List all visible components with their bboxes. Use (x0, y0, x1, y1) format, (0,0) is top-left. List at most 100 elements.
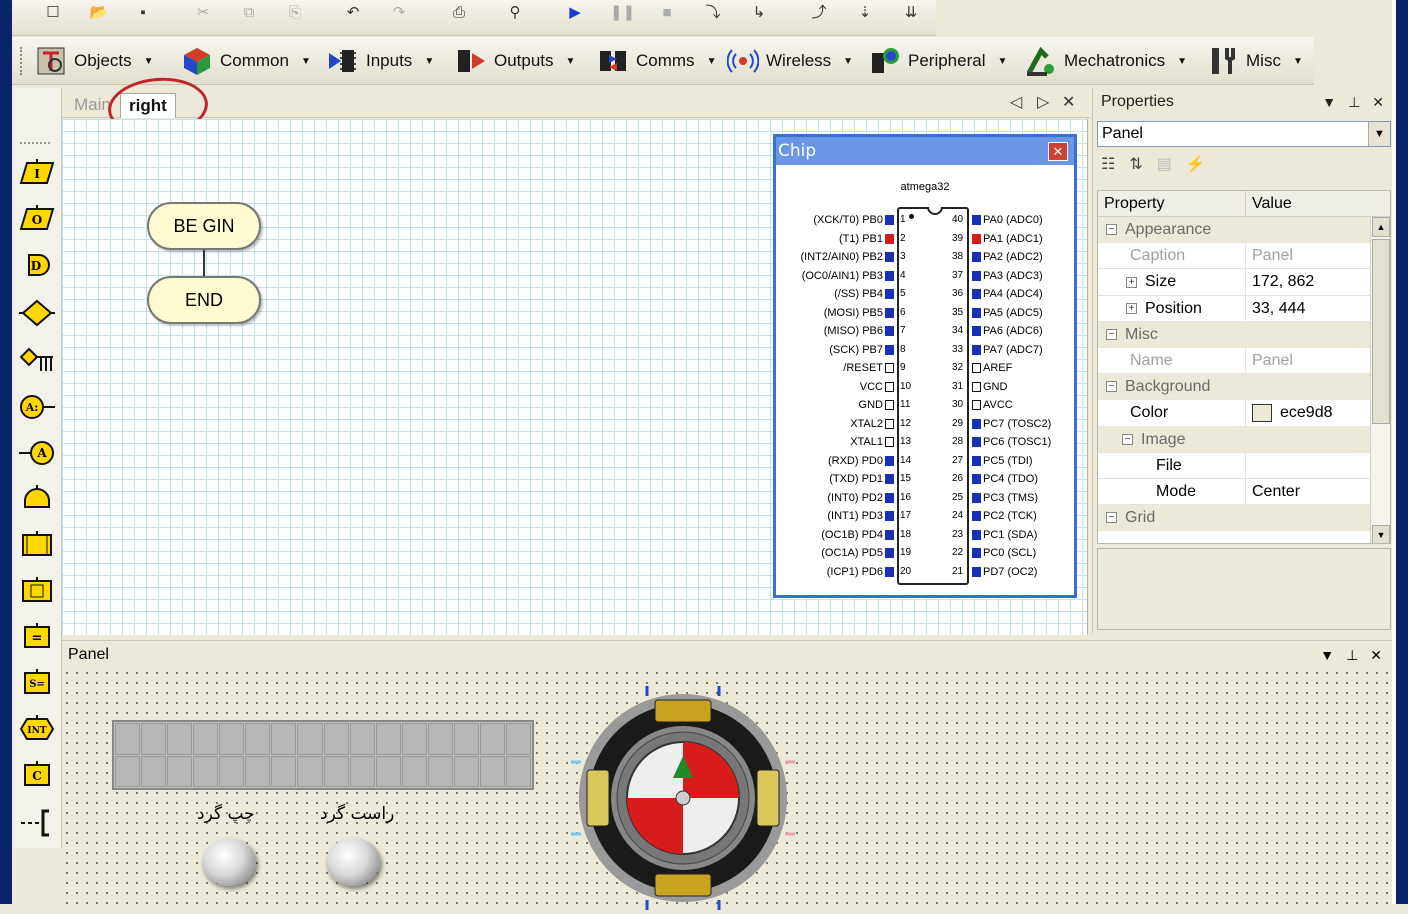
menu-common[interactable]: Common ▼ (180, 43, 311, 79)
decision-symbol[interactable] (18, 294, 56, 332)
save-icon[interactable]: ▪ (132, 4, 154, 22)
menu-mechatronics[interactable]: Mechatronics ▼ (1024, 43, 1187, 79)
pin-state-indicator[interactable] (972, 474, 981, 485)
chip-window[interactable]: Chip ✕ atmega32 (XCK/T0) PB0 1 (T1) PB1 2 (I… (773, 134, 1077, 598)
expand-icon[interactable]: + (1126, 302, 1137, 314)
pin-state-indicator[interactable] (885, 270, 894, 281)
object-select[interactable]: Panel ▼ (1097, 121, 1391, 147)
chip-pin[interactable]: (OC1A) PD5 (776, 544, 896, 562)
undo-icon[interactable]: ↶ (342, 4, 364, 22)
property-value[interactable]: 33, 444 (1252, 300, 1305, 317)
menu-inputs[interactable]: Inputs ▼ (326, 43, 434, 79)
menu-comms[interactable]: Comms ▼ (596, 43, 716, 79)
chip-pin[interactable]: PA5 (ADC5) (970, 304, 1070, 322)
interrupt-symbol[interactable]: INT (18, 710, 56, 748)
property-row[interactable]: − Misc (1098, 321, 1390, 348)
pin-state-indicator[interactable] (972, 400, 981, 411)
property-row[interactable]: Name Panel (1098, 347, 1390, 375)
chip-pin[interactable]: (MOSI) PB5 (776, 304, 896, 322)
pin-state-indicator[interactable] (885, 418, 894, 429)
open-icon[interactable]: 📂 (88, 4, 110, 22)
pin-state-indicator[interactable] (885, 215, 894, 226)
close-icon[interactable]: ✕ (1048, 142, 1068, 161)
property-value[interactable]: Panel (1252, 247, 1293, 264)
pin-state-indicator[interactable] (885, 511, 894, 522)
chip-pin[interactable]: PC2 (TCK) (970, 507, 1070, 525)
step2-icon[interactable]: ⇊ (900, 4, 922, 22)
chip-pin[interactable]: AREF (970, 359, 1070, 377)
property-value[interactable]: 172, 862 (1252, 273, 1314, 290)
chip-pin[interactable]: PC5 (TDI) (970, 452, 1070, 470)
calculation-symbol[interactable]: = (18, 618, 56, 656)
step-icon[interactable]: ⇣ (854, 4, 876, 22)
menu-objects[interactable]: Objects ▼ (34, 43, 154, 79)
pin-state-indicator[interactable] (972, 492, 981, 503)
run-icon[interactable]: ▶ (564, 4, 586, 22)
property-row[interactable]: − Background (1098, 374, 1390, 401)
chip-pin[interactable]: AVCC (970, 396, 1070, 414)
menu-outputs[interactable]: Outputs ▼ (454, 43, 575, 79)
chip-pin[interactable]: XTAL1 (776, 433, 896, 451)
property-row[interactable]: File (1098, 452, 1390, 479)
chip-pin[interactable]: (MISO) PB6 (776, 322, 896, 340)
component-symbol[interactable] (18, 572, 56, 610)
cut-icon[interactable]: ✂ (192, 4, 214, 22)
chip-pin[interactable]: (XCK/T0) PB0 (776, 211, 896, 229)
pin-state-indicator[interactable] (972, 363, 981, 374)
print-icon[interactable]: ⎙ (448, 4, 470, 22)
delay-symbol[interactable]: D (18, 246, 56, 284)
collapse-icon[interactable]: − (1106, 329, 1117, 341)
pin-state-indicator[interactable] (885, 326, 894, 337)
pin-icon[interactable]: ⊥ (1348, 88, 1360, 116)
paste-icon[interactable]: ⎘ (284, 4, 306, 22)
pin-state-indicator[interactable] (972, 418, 981, 429)
step-out-icon[interactable]: ⤴ (808, 4, 830, 22)
chip-pin[interactable]: /RESET (776, 359, 896, 377)
chip-pin[interactable]: PA4 (ADC4) (970, 285, 1070, 303)
pin-state-indicator[interactable] (972, 548, 981, 559)
property-row[interactable]: − Appearance (1098, 217, 1390, 244)
property-row[interactable]: − Grid (1098, 505, 1390, 532)
new-icon[interactable]: ☐ (42, 4, 64, 22)
pin-state-indicator[interactable] (885, 400, 894, 411)
pin-state-indicator[interactable] (972, 270, 981, 281)
pin-state-indicator[interactable] (885, 437, 894, 448)
dropdown-icon[interactable]: ▼ (1322, 88, 1336, 116)
c-code-symbol[interactable]: C (18, 756, 56, 794)
collapse-icon[interactable]: − (1122, 433, 1133, 445)
scroll-down-icon[interactable]: ▼ (1372, 525, 1390, 543)
chip-pin[interactable]: PC6 (TOSC1) (970, 433, 1070, 451)
string-symbol[interactable]: S= (18, 664, 56, 702)
categorized-icon[interactable]: ☷ (1101, 154, 1115, 174)
close-icon[interactable]: ✕ (1370, 641, 1382, 668)
events-icon[interactable]: ⚡ (1186, 154, 1206, 174)
pin-state-indicator[interactable] (885, 548, 894, 559)
scroll-tabs-right-icon[interactable]: ▷ (1037, 92, 1049, 112)
chip-pin[interactable]: (T1) PB1 (776, 230, 896, 248)
scroll-tabs-left-icon[interactable]: ◁ (1010, 92, 1022, 112)
chip-pin[interactable]: PC1 (SDA) (970, 526, 1070, 544)
pause-icon[interactable]: ❚❚ (610, 4, 635, 22)
component-macro-symbol[interactable]: A (18, 434, 56, 472)
chevron-down-icon[interactable]: ▼ (1368, 122, 1390, 146)
chip-pin[interactable]: PA0 (ADC0) (970, 211, 1070, 229)
chip-pin[interactable]: XTAL2 (776, 415, 896, 433)
chip-pin[interactable]: (/SS) PB4 (776, 285, 896, 303)
property-value[interactable]: ece9d8 (1280, 404, 1333, 421)
input-symbol[interactable]: I (18, 154, 56, 192)
end-terminator[interactable]: END (147, 276, 261, 324)
pin-state-indicator[interactable] (885, 307, 894, 318)
pin-state-indicator[interactable] (972, 437, 981, 448)
redo-icon[interactable]: ↷ (388, 4, 410, 22)
comment-symbol[interactable] (18, 804, 56, 842)
pin-state-indicator[interactable] (885, 252, 894, 263)
pin-state-indicator[interactable] (885, 381, 894, 392)
chip-pin[interactable]: PA1 (ADC1) (970, 230, 1070, 248)
chip-pin[interactable]: (INT0) PD2 (776, 489, 896, 507)
property-row[interactable]: Caption Panel (1098, 243, 1390, 270)
collapse-icon[interactable]: − (1106, 381, 1117, 393)
pin-state-indicator[interactable] (972, 215, 981, 226)
stop-icon[interactable]: ■ (656, 4, 678, 22)
loop-symbol[interactable] (18, 480, 56, 518)
dropdown-icon[interactable]: ▼ (1320, 641, 1334, 668)
